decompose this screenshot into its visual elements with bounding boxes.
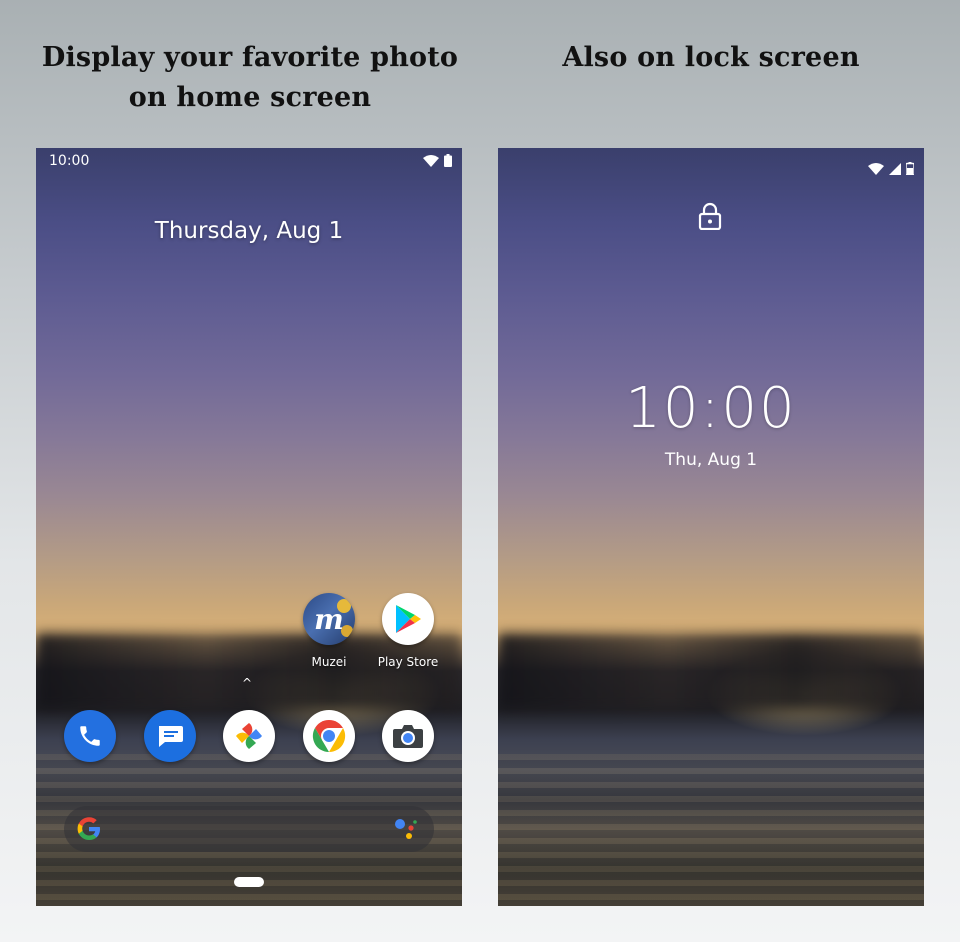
- play-store-icon: [382, 593, 434, 645]
- google-search-bar[interactable]: [64, 806, 434, 852]
- chrome-icon: [303, 710, 355, 762]
- dock-chrome[interactable]: [289, 710, 369, 762]
- status-time: 10:00: [49, 153, 90, 169]
- dock-messages[interactable]: [130, 710, 210, 762]
- app-play-store[interactable]: Play Store: [368, 593, 448, 669]
- lock-time: 10:00: [625, 376, 797, 441]
- battery-icon: [444, 154, 452, 167]
- google-g-icon: [77, 817, 100, 840]
- status-icons-lock: [868, 162, 914, 175]
- home-gesture-pill[interactable]: [234, 877, 264, 887]
- lock-icon: [698, 202, 722, 230]
- photos-icon: [223, 710, 275, 762]
- wifi-icon: [423, 154, 439, 167]
- swipe-up-indicator[interactable]: ^: [242, 676, 252, 690]
- app-muzei[interactable]: m Muzei: [289, 593, 369, 669]
- messages-icon: [144, 710, 196, 762]
- wifi-icon: [868, 162, 884, 175]
- app-label-play-store: Play Store: [377, 655, 439, 669]
- dock-phone[interactable]: [50, 710, 130, 762]
- battery-icon: [906, 162, 914, 175]
- status-icons: [423, 154, 452, 167]
- phone-icon: [64, 710, 116, 762]
- camera-icon: [382, 710, 434, 762]
- app-label-muzei: Muzei: [311, 655, 347, 669]
- lock-screen: 10:00 Thu, Aug 1: [498, 148, 924, 906]
- signal-icon: [889, 162, 901, 175]
- muzei-icon: m: [303, 593, 355, 645]
- dock-camera[interactable]: [368, 710, 448, 762]
- home-screen: 10:00 Thursday, Aug 1 m Muzei Play Store…: [36, 148, 462, 906]
- lock-date: Thu, Aug 1: [664, 450, 758, 470]
- dock-photos[interactable]: [209, 710, 289, 762]
- home-date[interactable]: Thursday, Aug 1: [36, 218, 462, 244]
- caption-home: Display your favorite photo on home scre…: [41, 42, 459, 113]
- caption-lock: Also on lock screen: [562, 42, 860, 73]
- assistant-icon[interactable]: [394, 818, 418, 840]
